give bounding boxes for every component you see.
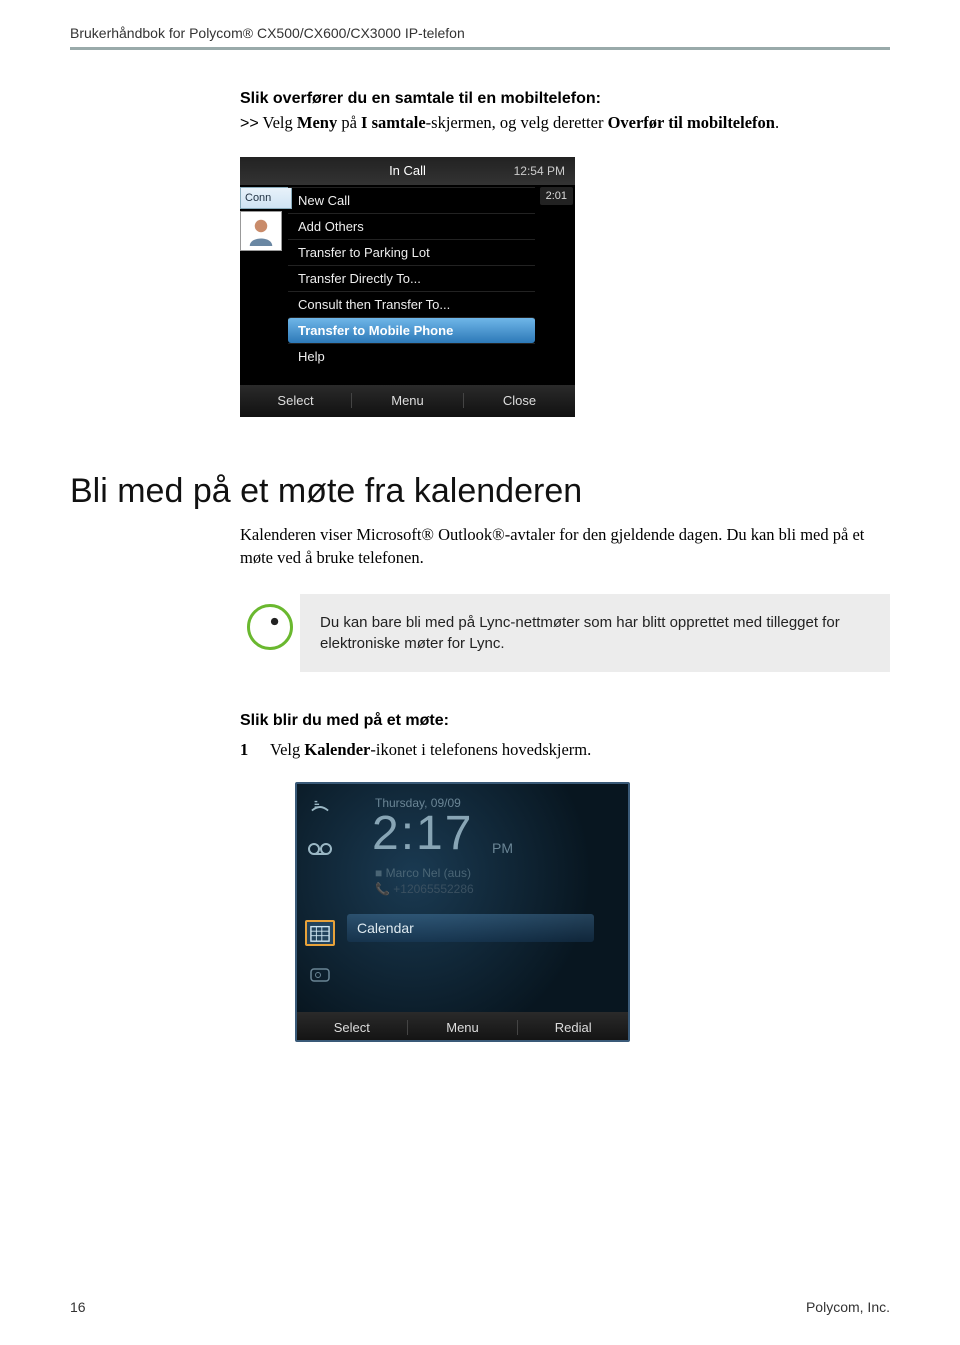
softkey-select[interactable]: Select [240, 393, 352, 408]
voicemail-icon[interactable] [305, 836, 335, 862]
running-header: Brukerhåndbok for Polycom® CX500/CX600/C… [70, 25, 890, 41]
ss1-title: In Call [389, 163, 426, 178]
in-call-screenshot: In Call 12:54 PM Conn 2:01 New Call Add … [240, 157, 575, 417]
ss1-top-bar: In Call 12:54 PM [240, 157, 575, 185]
softkey-select-2[interactable]: Select [297, 1020, 408, 1035]
calendar-intro-paragraph: Kalenderen viser Microsoft® Outlook®-avt… [240, 523, 890, 569]
call-menu: New Call Add Others Transfer to Parking … [288, 187, 535, 369]
avatar [240, 211, 282, 251]
page-number: 16 [70, 1299, 86, 1315]
softkey-close[interactable]: Close [464, 393, 575, 408]
contacts-icon[interactable] [305, 962, 335, 988]
home-time: 2:17 [372, 806, 473, 861]
connection-badge: Conn [240, 187, 292, 209]
home-user: ■ Marco Nel (aus) [375, 866, 471, 880]
menu-new-call[interactable]: New Call [288, 187, 535, 213]
menu-transfer-mobile[interactable]: Transfer to Mobile Phone [288, 317, 535, 343]
footer-company: Polycom, Inc. [806, 1299, 890, 1315]
home-ampm: PM [492, 840, 513, 856]
note-text: Du kan bare bli med på Lync-nettmøter so… [300, 594, 890, 672]
softkey-menu[interactable]: Menu [352, 393, 464, 408]
calendar-row-label[interactable]: Calendar [347, 914, 594, 942]
arrow-prefix: >> [240, 115, 259, 132]
pushpin-icon [247, 604, 293, 650]
missed-calls-icon[interactable] [305, 794, 335, 820]
softkey-redial[interactable]: Redial [518, 1020, 628, 1035]
softkey-menu-2[interactable]: Menu [408, 1020, 519, 1035]
menu-consult-transfer[interactable]: Consult then Transfer To... [288, 291, 535, 317]
note-block: Du kan bare bli med på Lync-nettmøter so… [240, 594, 890, 672]
spare-icon[interactable] [305, 878, 335, 904]
join-meeting-heading: Slik blir du med på et møte: [240, 712, 890, 730]
call-duration: 2:01 [540, 187, 573, 205]
transfer-heading: Slik overfører du en samtale til en mobi… [240, 90, 890, 108]
menu-transfer-directly[interactable]: Transfer Directly To... [288, 265, 535, 291]
ss1-softkeys: Select Menu Close [240, 385, 575, 417]
menu-transfer-parking[interactable]: Transfer to Parking Lot [288, 239, 535, 265]
step-1: 1 Velg Kalender-ikonet i telefonens hove… [240, 740, 890, 760]
ss2-softkeys: Select Menu Redial [297, 1012, 628, 1042]
person-icon [246, 216, 276, 246]
step-number-1: 1 [240, 740, 270, 760]
step-1-text: Velg Kalender-ikonet i telefonens hoveds… [270, 740, 591, 760]
home-phone: 📞 +12065552286 [375, 882, 474, 896]
page-footer: 16 Polycom, Inc. [70, 1299, 890, 1315]
header-rule [70, 47, 890, 50]
ss1-clock: 12:54 PM [514, 164, 565, 178]
calendar-icon[interactable] [305, 920, 335, 946]
transfer-instruction: >> Velg Meny på I samtale-skjermen, og v… [240, 112, 890, 135]
home-screen-screenshot: Thursday, 09/09 2:17 PM ■ Marco Nel (aus… [295, 782, 630, 1042]
menu-help[interactable]: Help [288, 343, 535, 369]
calendar-section-heading: Bli med på et møte fra kalenderen [70, 472, 890, 511]
menu-add-others[interactable]: Add Others [288, 213, 535, 239]
